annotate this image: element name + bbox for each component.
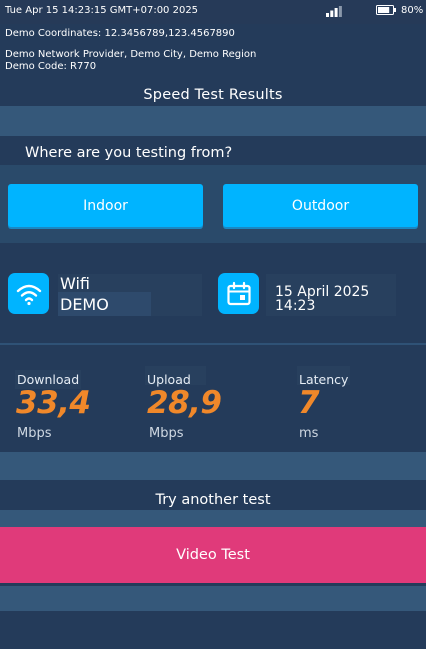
- divider-band: [0, 106, 426, 136]
- download-unit: Mbps: [17, 426, 52, 441]
- test-date: 15 April 2025: [275, 284, 370, 300]
- battery-icon: [376, 5, 396, 15]
- divider-band: [0, 586, 426, 611]
- upload-unit: Mbps: [149, 426, 184, 441]
- latency-value: 7: [298, 385, 320, 421]
- location-question: Where are you testing from?: [25, 145, 233, 161]
- download-value: 33,4: [16, 385, 91, 421]
- test-time: 14:23: [275, 298, 316, 314]
- status-datetime: Tue Apr 15 14:23:15 GMT+07:00 2025: [5, 5, 199, 16]
- network-name: DEMO: [60, 295, 109, 314]
- another-test-title: Try another test: [155, 492, 271, 508]
- upload-value: 28,9: [147, 385, 222, 421]
- indoor-button[interactable]: Indoor: [8, 184, 203, 227]
- provider-line: Demo Network Provider, Demo City, Demo R…: [5, 49, 257, 60]
- test-datetime: 15 April 2025 14:23: [275, 285, 369, 313]
- divider-band: [0, 510, 426, 527]
- coordinates-text: Demo Coordinates: 12.3456789,123.4567890: [5, 28, 235, 39]
- provider-code: Demo Code: R770: [5, 61, 97, 72]
- divider-band: [0, 452, 426, 480]
- wifi-icon: [8, 273, 49, 314]
- page-title: Speed Test Results: [143, 87, 283, 103]
- section-divider: [0, 343, 426, 345]
- provider-info: Demo Network Provider, Demo City, Demo R…: [5, 49, 256, 73]
- video-test-button[interactable]: Video Test: [0, 527, 426, 583]
- battery-fill: [378, 7, 390, 13]
- calendar-icon: [218, 273, 259, 314]
- battery-percent: 80%: [401, 5, 424, 16]
- signal-icon: [326, 6, 342, 17]
- outdoor-button[interactable]: Outdoor: [223, 184, 418, 227]
- connection-type: Wifi: [60, 274, 90, 293]
- latency-unit: ms: [299, 426, 319, 441]
